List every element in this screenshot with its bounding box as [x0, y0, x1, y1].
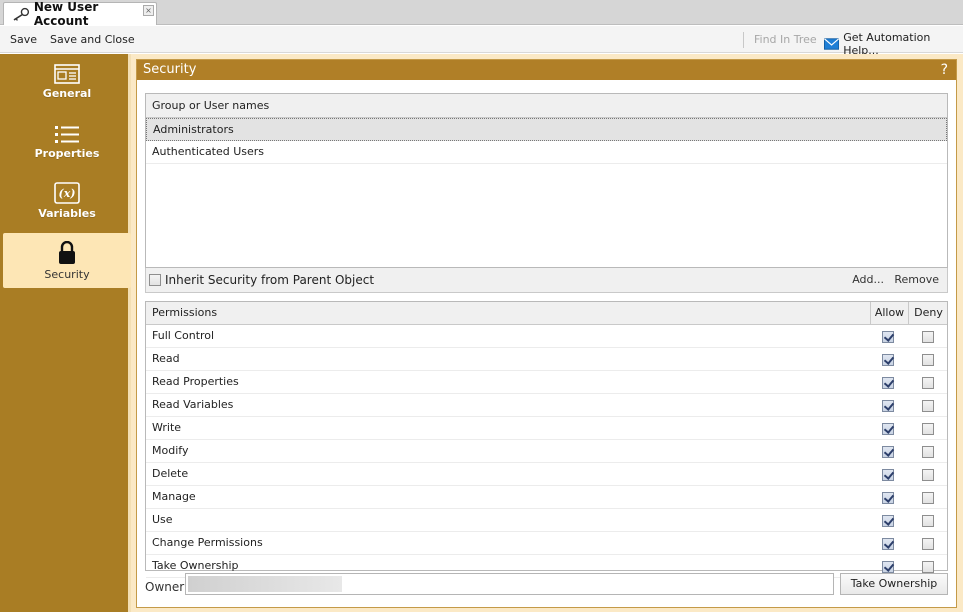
deny-checkbox[interactable]: [922, 400, 934, 412]
deny-checkbox[interactable]: [922, 331, 934, 343]
variable-icon: (x): [54, 182, 80, 204]
inherit-security-checkbox[interactable]: [149, 274, 161, 286]
permission-row: Write: [146, 417, 947, 440]
group-row-authenticated-users[interactable]: Authenticated Users: [146, 141, 947, 164]
allow-checkbox[interactable]: [882, 492, 894, 504]
lock-icon: [59, 241, 75, 264]
envelope-icon: [824, 38, 840, 50]
allow-checkbox[interactable]: [882, 561, 894, 573]
toolbar-separator: [743, 32, 744, 48]
permission-row: Change Permissions: [146, 532, 947, 555]
permission-row: Read: [146, 348, 947, 371]
allow-checkbox[interactable]: [882, 423, 894, 435]
save-button[interactable]: Save: [10, 33, 37, 46]
sidebar-item-label: Variables: [38, 207, 96, 220]
permission-name: Full Control: [152, 329, 215, 342]
permission-row: Full Control: [146, 325, 947, 348]
permission-row: Manage: [146, 486, 947, 509]
allow-checkbox[interactable]: [882, 331, 894, 343]
panel-header: Security ?: [137, 60, 956, 80]
group-row-administrators[interactable]: Administrators: [146, 118, 947, 141]
deny-checkbox[interactable]: [922, 469, 934, 481]
sidebar-item-variables[interactable]: (x) Variables: [3, 174, 131, 232]
save-and-close-button[interactable]: Save and Close: [50, 33, 135, 46]
permission-name: Read Variables: [152, 398, 234, 411]
permission-name: Read Properties: [152, 375, 239, 388]
permission-name: Change Permissions: [152, 536, 263, 549]
permission-row: Delete: [146, 463, 947, 486]
owner-field[interactable]: [185, 573, 834, 595]
sidebar-item-label: Security: [44, 268, 90, 281]
sidebar-item-properties[interactable]: Properties: [3, 116, 131, 174]
permissions-column-header: Permissions: [152, 306, 218, 319]
remove-button[interactable]: Remove: [894, 273, 939, 286]
permissions-grid: Permissions Allow Deny Full Control Read R…: [145, 301, 948, 578]
permission-row: Use: [146, 509, 947, 532]
groups-header: Group or User names: [146, 94, 947, 118]
allow-checkbox[interactable]: [882, 377, 894, 389]
deny-checkbox[interactable]: [922, 561, 934, 573]
general-icon: [54, 64, 80, 84]
sidebar-item-security[interactable]: Security: [3, 233, 131, 288]
permission-name: Delete: [152, 467, 189, 480]
list-icon: [55, 126, 79, 143]
svg-text:(x): (x): [59, 187, 76, 200]
permission-row: Read Properties: [146, 371, 947, 394]
inherit-bar: Inherit Security from Parent Object Add.…: [145, 268, 948, 293]
owner-label: Owner: [145, 580, 185, 594]
permission-row: Read Variables: [146, 394, 947, 417]
tab-new-user-account[interactable]: New User Account ×: [3, 0, 157, 28]
permissions-header: Permissions Allow Deny: [146, 302, 947, 325]
deny-checkbox[interactable]: [922, 354, 934, 366]
groups-grid: Group or User names Administrators Authe…: [145, 93, 948, 268]
permission-name: Read: [152, 352, 180, 365]
toolbar: Save Save and Close Find In Tree Get Aut…: [0, 26, 963, 57]
deny-checkbox[interactable]: [922, 492, 934, 504]
tab-close-button[interactable]: ×: [143, 5, 154, 16]
allow-checkbox[interactable]: [882, 354, 894, 366]
add-button[interactable]: Add...: [852, 273, 884, 286]
permission-name: Write: [152, 421, 182, 434]
panel-title: Security: [143, 62, 197, 77]
permission-name: Manage: [152, 490, 196, 503]
main-area: Security ? Group or User names Administr…: [131, 54, 963, 612]
sidebar-item-general[interactable]: General: [3, 56, 131, 114]
allow-checkbox[interactable]: [882, 515, 894, 527]
key-icon: [13, 7, 30, 21]
permission-rows: Full Control Read Read Properties Read Vari…: [146, 325, 947, 578]
sidebar-item-label: Properties: [34, 147, 100, 160]
take-ownership-button[interactable]: Take Ownership: [840, 573, 948, 595]
inherit-security-label: Inherit Security from Parent Object: [165, 273, 375, 287]
owner-value-redacted: [188, 576, 342, 592]
help-button[interactable]: ?: [941, 60, 948, 80]
allow-checkbox[interactable]: [882, 446, 894, 458]
deny-checkbox[interactable]: [922, 515, 934, 527]
allow-column-header: Allow: [870, 302, 908, 324]
allow-checkbox[interactable]: [882, 538, 894, 550]
permission-row: Modify: [146, 440, 947, 463]
deny-column-header: Deny: [908, 302, 948, 324]
find-in-tree-button[interactable]: Find In Tree: [748, 30, 823, 49]
tab-bar: New User Account ×: [0, 0, 963, 28]
sidebar: General Properties (x) Variables Securit…: [0, 54, 131, 612]
permission-name: Modify: [152, 444, 189, 457]
deny-checkbox[interactable]: [922, 377, 934, 389]
security-panel: Security ? Group or User names Administr…: [136, 59, 957, 608]
tab-title: New User Account: [33, 0, 99, 28]
deny-checkbox[interactable]: [922, 446, 934, 458]
deny-checkbox[interactable]: [922, 423, 934, 435]
allow-checkbox[interactable]: [882, 469, 894, 481]
permission-name: Use: [152, 513, 173, 526]
allow-checkbox[interactable]: [882, 400, 894, 412]
deny-checkbox[interactable]: [922, 538, 934, 550]
sidebar-item-label: General: [42, 87, 92, 100]
